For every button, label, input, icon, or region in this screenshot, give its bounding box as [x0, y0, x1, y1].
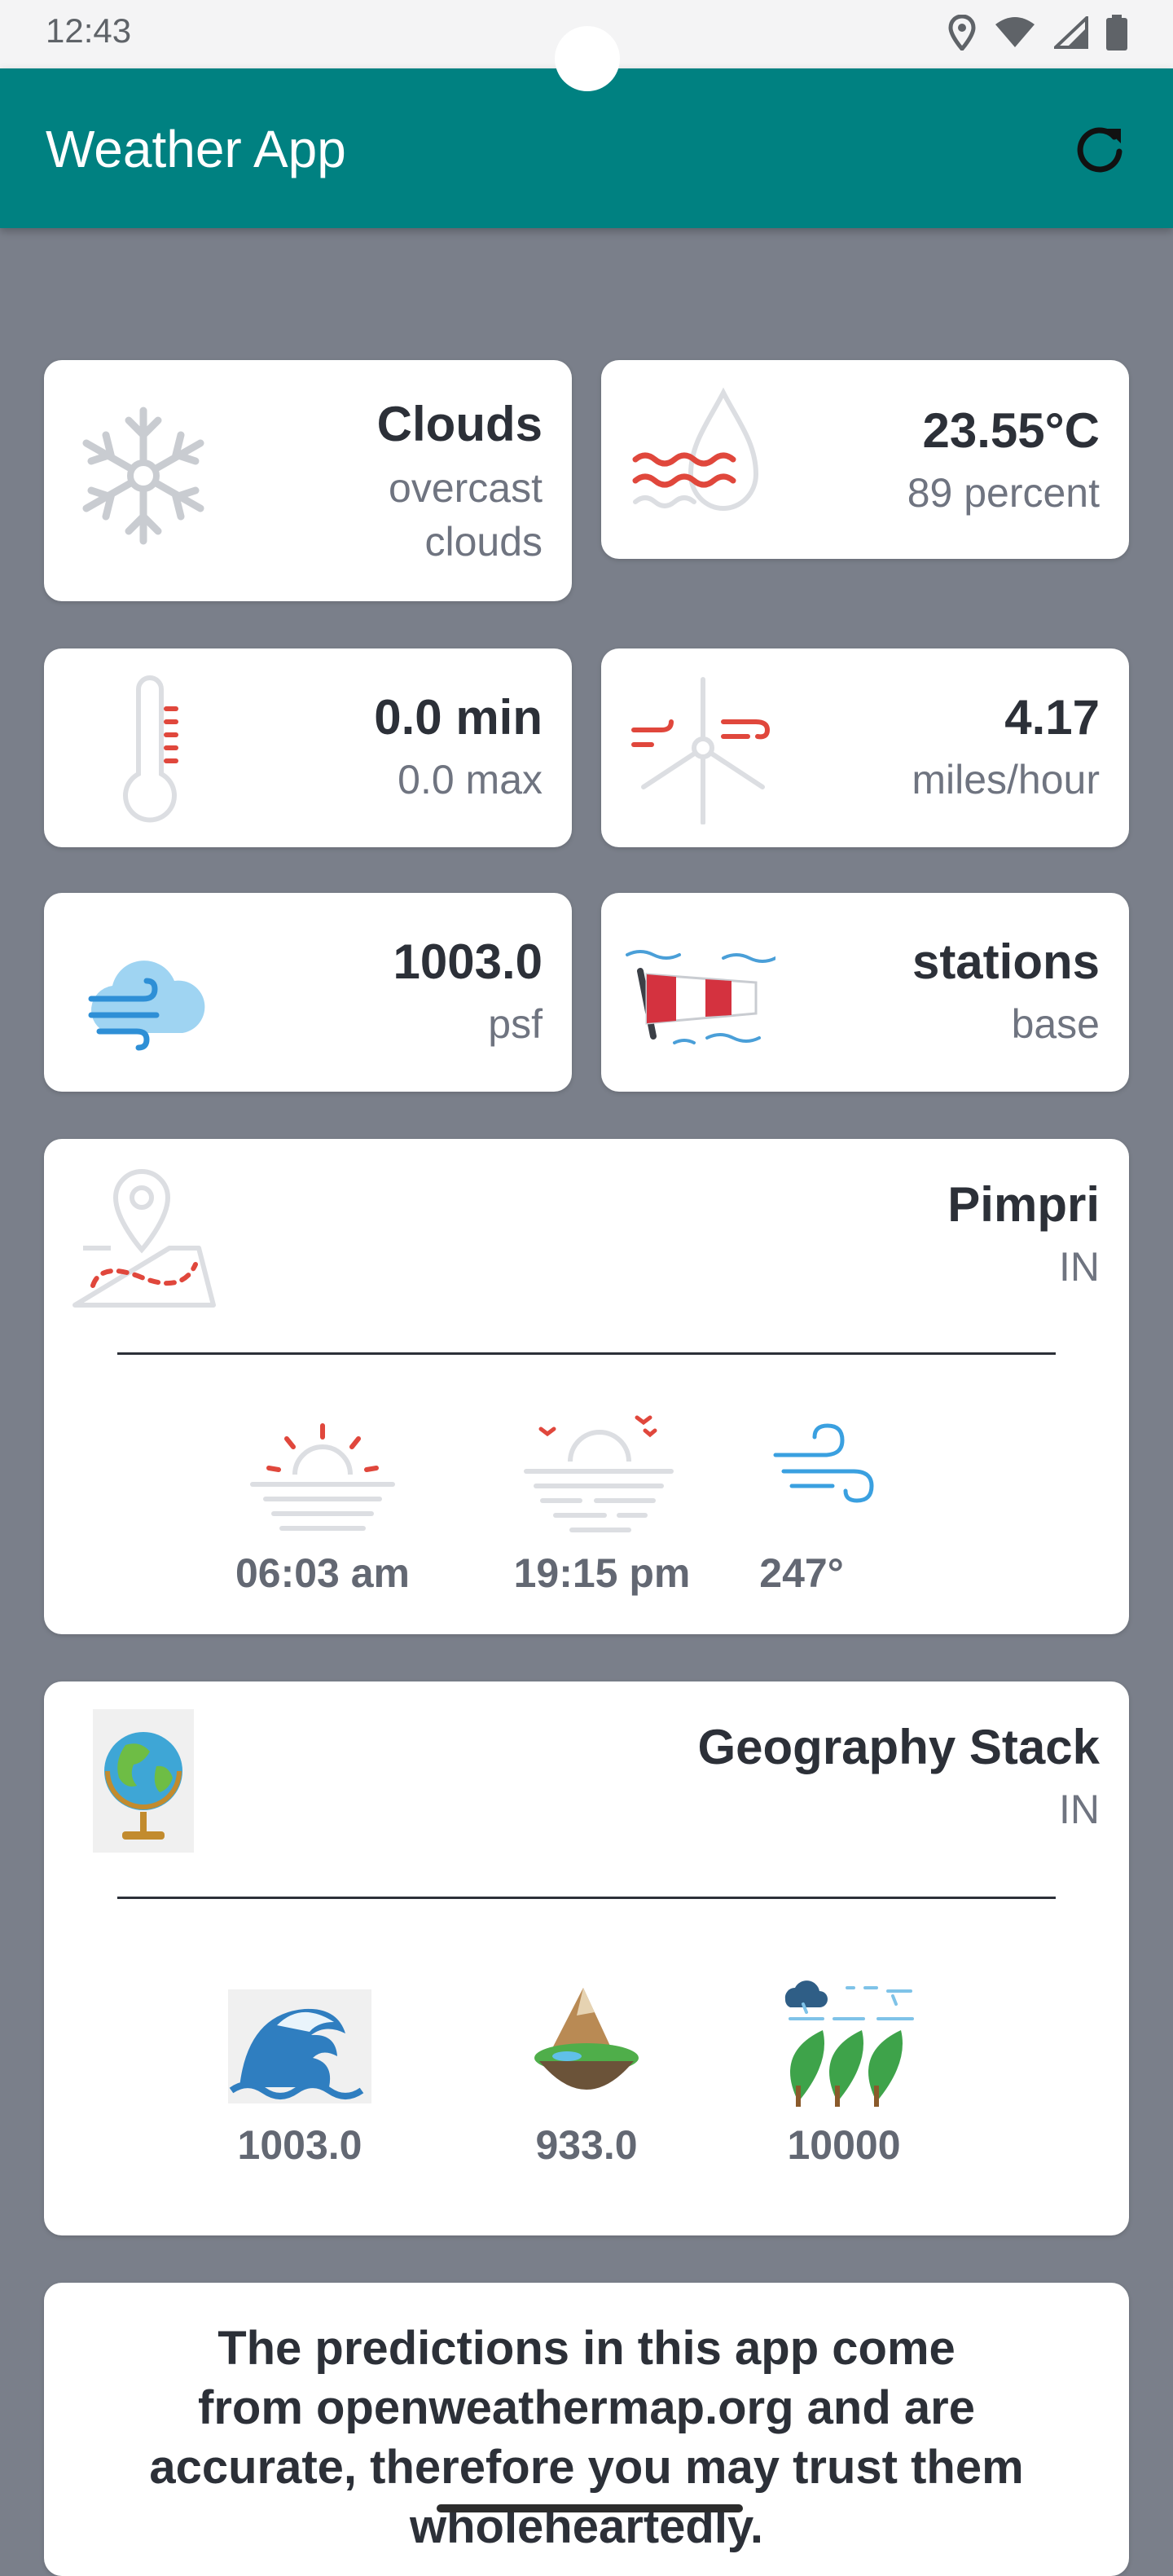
weather-description-line2: clouds	[424, 519, 543, 565]
geography-card[interactable]: Geography Stack IN 1003.0 933.0 10000	[44, 1681, 1129, 2235]
app-title: Weather App	[46, 120, 346, 178]
sea-level-value: 1003.0	[237, 2122, 362, 2168]
temp-max: 0.0 max	[398, 757, 543, 802]
min-max-card[interactable]: 0.0 min 0.0 max	[44, 648, 572, 847]
app-bar: Weather App	[0, 68, 1173, 228]
visibility-value: 10000	[787, 2122, 901, 2168]
city-name: Pimpri	[947, 1177, 1100, 1232]
wind-degree: 247°	[759, 1550, 844, 1596]
stations-card[interactable]: stations base	[601, 893, 1129, 1092]
wind-unit: miles/hour	[912, 757, 1100, 802]
refresh-button[interactable]	[1069, 117, 1131, 179]
geography-title: Geography Stack	[697, 1720, 1100, 1774]
map-pin-icon	[72, 1168, 216, 1308]
wind-direction-icon	[773, 1423, 874, 1503]
temperature-value: 23.55°C	[922, 403, 1100, 458]
ground-level-value: 933.0	[535, 2122, 638, 2168]
wind-turbine-icon	[631, 677, 771, 824]
battery-icon	[1106, 15, 1127, 51]
sea-wave-icon	[228, 1989, 371, 2103]
sunrise-time: 06:03 am	[235, 1550, 411, 1596]
refresh-icon	[1077, 127, 1122, 173]
humidity-value: 89 percent	[907, 470, 1100, 516]
floating-island-icon	[534, 1988, 639, 2090]
geography-divider	[117, 1897, 1056, 1899]
info-line-1: The predictions in this app come	[217, 2322, 956, 2375]
info-line-2: from openweathermap.org and are	[198, 2381, 975, 2434]
sunset-time: 19:15 pm	[513, 1550, 691, 1596]
pressure-unit: psf	[488, 1001, 543, 1047]
wind-card[interactable]: 4.17 miles/hour	[601, 648, 1129, 847]
rain-trees-icon	[784, 1980, 914, 2107]
cloud-wind-icon	[88, 961, 205, 1051]
geography-country: IN	[1059, 1787, 1100, 1832]
wind-speed: 4.17	[1004, 690, 1100, 745]
pressure-card[interactable]: 1003.0 psf	[44, 893, 572, 1092]
weather-main: Clouds	[376, 397, 543, 451]
globe-icon	[93, 1709, 194, 1853]
signal-icon	[1054, 16, 1088, 49]
location-divider	[117, 1352, 1056, 1355]
sunrise-icon	[250, 1423, 395, 1531]
gesture-navigation-bar[interactable]	[437, 2504, 743, 2512]
info-line-3: accurate, therefore you may trust them	[149, 2441, 1024, 2494]
snowflake-icon	[82, 407, 204, 545]
weather-description-line1: overcast	[389, 465, 543, 511]
location-card[interactable]: Pimpri IN 06:03 am 19:15 pm 247°	[44, 1139, 1129, 1634]
status-icons	[948, 15, 1127, 51]
stations-base: base	[1011, 1001, 1100, 1047]
windsock-icon	[626, 950, 775, 1044]
stations-value: stations	[912, 934, 1100, 989]
city-country: IN	[1059, 1244, 1100, 1290]
humidity-drop-icon	[632, 387, 759, 511]
wifi-icon	[995, 17, 1035, 47]
conditions-card[interactable]: Clouds overcast clouds	[44, 360, 572, 601]
camera-cutout	[555, 26, 620, 91]
humidity-card[interactable]: 23.55°C 89 percent	[601, 360, 1129, 559]
status-time: 12:43	[46, 11, 132, 50]
sunset-icon	[524, 1415, 674, 1532]
temp-min: 0.0 min	[374, 690, 543, 745]
thermometer-icon	[123, 675, 178, 823]
location-icon	[948, 15, 976, 51]
pressure-value: 1003.0	[393, 934, 543, 989]
